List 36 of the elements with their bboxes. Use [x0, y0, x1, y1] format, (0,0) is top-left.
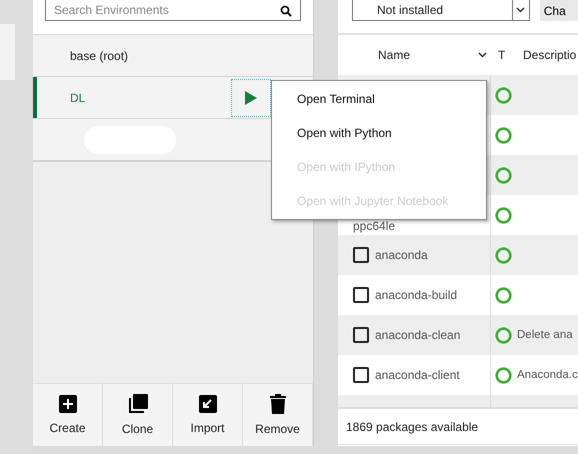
package-name: anaconda-build: [375, 288, 458, 302]
copy-icon: [128, 394, 148, 414]
channels-button[interactable]: Cha: [540, 0, 578, 21]
checkbox[interactable]: [353, 367, 369, 383]
checkbox[interactable]: [353, 247, 369, 263]
package-description: Delete ana: [517, 329, 573, 341]
play-icon: [245, 90, 257, 104]
column-header[interactable]: Name: [378, 48, 410, 62]
menu-item[interactable]: Open with Python: [272, 116, 486, 150]
import-icon: [198, 395, 216, 413]
trash-icon: [270, 394, 286, 414]
status-ring-icon: [495, 366, 512, 384]
package-description: Anaconda.c: [517, 369, 578, 381]
chevron-down-icon: [516, 7, 526, 13]
column-header[interactable]: Descriptio: [523, 48, 576, 62]
status-ring-icon: [495, 326, 512, 344]
column-header[interactable]: T: [498, 48, 506, 62]
package-count: 1869 packages available: [346, 420, 478, 434]
status-ring-icon: [495, 126, 512, 144]
package-name: ppc64le: [353, 219, 396, 233]
package-name: anaconda-clean: [375, 328, 460, 342]
checkbox[interactable]: [353, 287, 369, 303]
sort-icon[interactable]: [478, 52, 487, 58]
filter-dropdown[interactable]: Not installed: [352, 0, 530, 21]
package-name: anaconda: [375, 248, 428, 262]
plus-icon: [58, 395, 76, 413]
status-ring-icon: [495, 246, 512, 264]
status-ring-icon: [495, 166, 512, 184]
environment-item[interactable]: base (root): [33, 35, 313, 77]
status-ring-icon: [495, 86, 512, 104]
package-name: anaconda-client: [375, 368, 460, 382]
checkbox[interactable]: [353, 327, 369, 343]
search-field[interactable]: Search Environments: [45, 0, 301, 21]
status-ring-icon: [495, 206, 512, 224]
search-icon: [280, 5, 292, 17]
status-ring-icon: [495, 286, 512, 304]
